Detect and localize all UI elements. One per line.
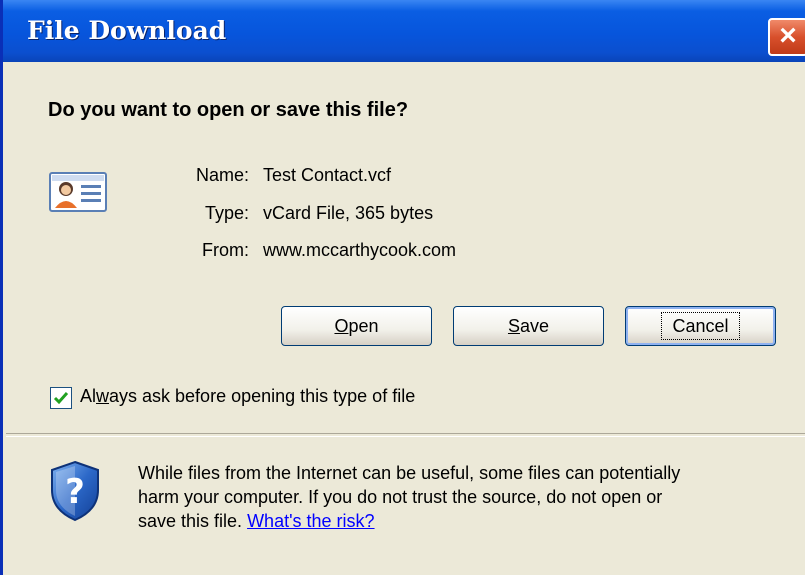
vcard-icon: [49, 172, 107, 212]
shield-question-icon: ?: [51, 460, 99, 522]
always-ask-label[interactable]: Always ask before opening this type of f…: [80, 386, 415, 407]
open-mnemonic: O: [334, 316, 349, 336]
always-ask-checkbox[interactable]: [50, 387, 72, 409]
save-label-rest: ave: [519, 316, 550, 336]
save-button[interactable]: Save: [453, 306, 604, 346]
from-label: From:: [202, 240, 249, 260]
warning-line-1: While files from the Internet can be use…: [138, 463, 681, 483]
window-title: File Download: [27, 16, 227, 45]
always-ask-mnemonic: w: [96, 386, 110, 406]
open-button-label: Open: [334, 307, 378, 345]
always-ask-label-post: ays ask before opening this type of file: [109, 386, 416, 406]
cancel-button-label: Cancel: [661, 312, 740, 340]
open-button[interactable]: Open: [281, 306, 432, 346]
dialog-question: Do you want to open or save this file?: [48, 99, 409, 121]
type-label: Type:: [204, 203, 249, 223]
whats-the-risk-link[interactable]: What's the risk?: [247, 511, 374, 531]
warning-line-2: harm your computer. If you do not trust …: [138, 487, 663, 507]
cancel-button[interactable]: Cancel: [625, 306, 776, 346]
save-mnemonic: S: [507, 316, 520, 336]
security-warning: While files from the Internet can be use…: [138, 461, 798, 533]
save-button-label: Save: [508, 307, 549, 345]
open-label-rest: pen: [348, 316, 379, 336]
warning-line-3-text: save this file.: [138, 511, 243, 531]
title-bar[interactable]: File Download: [3, 0, 805, 62]
close-button[interactable]: ×: [768, 18, 805, 56]
close-icon: ×: [779, 19, 797, 52]
name-value: Test Contact.vcf: [263, 165, 392, 185]
svg-text:?: ?: [65, 472, 85, 512]
from-value: www.mccarthycook.com: [263, 240, 457, 260]
checkmark-icon: [53, 392, 69, 405]
warning-line-3: save this file. What's the risk?: [138, 509, 798, 533]
always-ask-label-pre: Al: [80, 386, 97, 406]
divider: [6, 433, 805, 437]
name-label: Name:: [195, 165, 249, 185]
file-download-dialog: File Download × Do you want to open or s…: [0, 0, 805, 575]
type-value: vCard File, 365 bytes: [263, 203, 434, 223]
